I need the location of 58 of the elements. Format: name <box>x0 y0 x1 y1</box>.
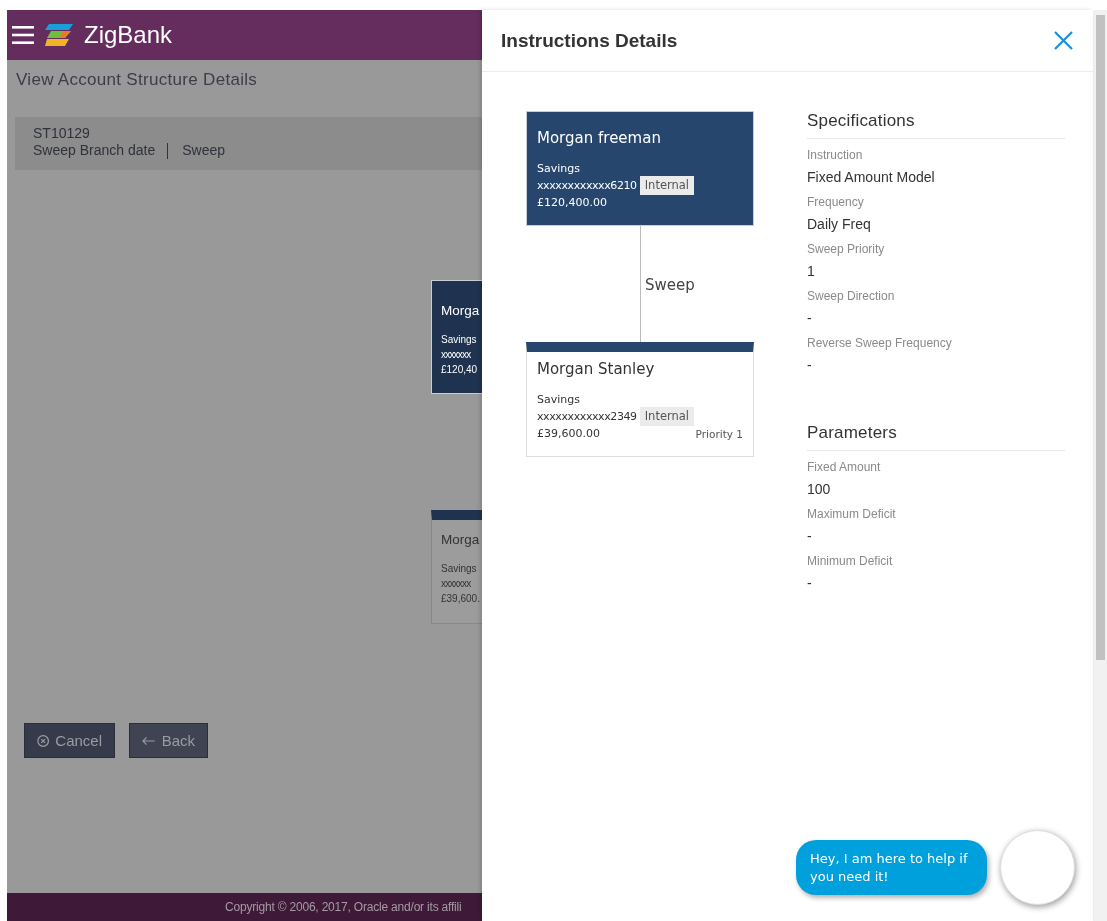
structure-name: Sweep Branch date <box>33 142 156 159</box>
logo-icon <box>43 22 75 48</box>
priority-label: Priority 1 <box>695 427 743 440</box>
back-arrow-icon <box>142 735 156 746</box>
page-title: View Account Structure Details <box>16 70 259 90</box>
field-label: Maximum Deficit <box>807 507 897 521</box>
account-card[interactable]: Morgan freeman Savings xxxxxxxxxxxx6210 Internal £120,400.00 <box>526 111 754 226</box>
close-icon[interactable] <box>1054 31 1073 50</box>
section-heading: Parameters <box>807 423 1065 451</box>
account-balance: £120,400.00 <box>537 195 607 210</box>
account-type: Savings <box>441 333 478 347</box>
field-value: - <box>807 574 813 592</box>
field-label: Fixed Amount <box>807 460 882 474</box>
chat-bubble[interactable]: Hey, I am here to help if you need it! <box>796 840 987 895</box>
structure-type: Sweep <box>182 142 225 159</box>
field-value: - <box>807 356 813 374</box>
account-number: xxxxxxxxxxxx6210 <box>537 178 637 193</box>
field-label: Sweep Priority <box>807 242 886 256</box>
account-card[interactable]: Morgan Stanley Savings xxxxxxxxxxxx2349 Internal £39,600.00 Priority 1 <box>526 342 754 457</box>
account-name: Morga <box>441 303 481 318</box>
field-label: Minimum Deficit <box>807 554 894 568</box>
account-balance: £39,600. <box>441 592 480 606</box>
field-label: Sweep Direction <box>807 289 896 303</box>
section-heading: Specifications <box>807 111 1065 139</box>
account-number: xxxxxxx <box>441 577 471 591</box>
field-value: Fixed Amount Model <box>807 168 936 186</box>
scrollbar[interactable] <box>1093 10 1107 921</box>
link-label: Sweep <box>645 276 695 294</box>
account-balance: £120,40 <box>441 363 478 377</box>
copyright-text: Copyright © 2006, 2017, Oracle and/or its affili <box>225 900 462 914</box>
field-value: 1 <box>807 262 816 280</box>
field-value: Daily Freq <box>807 215 872 233</box>
brand-name: ZigBank <box>84 21 173 49</box>
field-value: - <box>807 309 813 327</box>
field-label: Frequency <box>807 195 865 209</box>
menu-icon[interactable] <box>12 25 34 45</box>
account-type: Savings <box>537 161 581 176</box>
account-name: Morgan freeman <box>537 129 662 147</box>
account-balance: £39,600.00 <box>537 426 600 441</box>
cancel-icon <box>37 733 50 748</box>
field-label: Instruction <box>807 148 864 162</box>
account-type: Savings <box>537 392 581 407</box>
field-label: Reverse Sweep Frequency <box>807 336 953 350</box>
drawer-title: Instructions Details <box>501 29 678 52</box>
cancel-button[interactable]: Cancel <box>24 723 115 758</box>
account-name: Morgan Stanley <box>537 360 656 378</box>
structure-id: ST10129 <box>33 125 91 142</box>
field-value: 100 <box>807 480 832 498</box>
account-number: xxxxxxxxxxxx2349 <box>537 409 637 424</box>
scrollbar-thumb[interactable] <box>1095 15 1105 660</box>
field-value: - <box>807 527 813 545</box>
back-button[interactable]: Back <box>129 723 208 758</box>
account-number: xxxxxxx <box>441 348 471 362</box>
account-type: Savings <box>441 562 478 576</box>
account-tag: Internal <box>639 407 695 426</box>
chat-avatar[interactable] <box>1000 830 1075 905</box>
account-tag: Internal <box>639 176 695 195</box>
account-name: Morga <box>441 532 481 547</box>
